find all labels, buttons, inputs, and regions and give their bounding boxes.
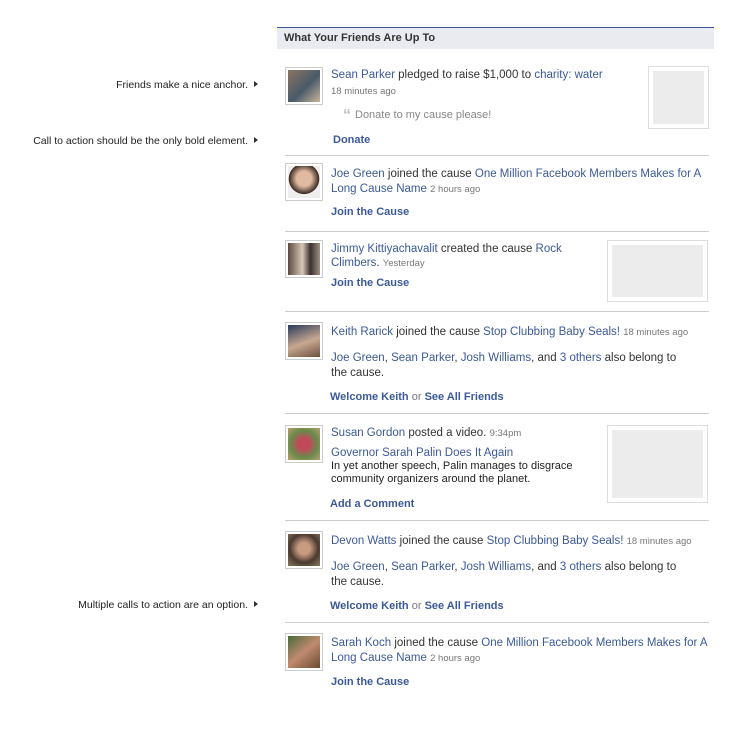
- quote: “ Donate to my cause please!: [343, 107, 492, 124]
- cause-thumbnail[interactable]: [607, 240, 708, 302]
- friend-link[interactable]: Jimmy Kittiyachavalit: [331, 243, 438, 255]
- welcome-button[interactable]: Welcome Keith: [330, 600, 409, 612]
- friend-link[interactable]: Devon Watts: [331, 535, 396, 547]
- friend-link[interactable]: Susan Gordon: [331, 427, 405, 439]
- timestamp: 9:34pm: [489, 428, 522, 439]
- arrow-right-icon: [254, 601, 258, 607]
- cause-link[interactable]: Stop Clubbing Baby Seals!: [487, 535, 624, 547]
- avatar[interactable]: [285, 531, 323, 569]
- divider: [285, 622, 709, 623]
- story-verb: posted a video.: [408, 427, 487, 439]
- friend-link[interactable]: Sean Parker: [391, 561, 454, 573]
- friend-link[interactable]: Joe Green: [331, 168, 385, 180]
- or-text: or: [411, 600, 422, 612]
- annotation-anchor: Friends make a nice anchor.: [116, 79, 258, 91]
- timestamp: 18 minutes ago: [331, 86, 396, 97]
- divider: [285, 413, 709, 414]
- divider: [285, 155, 709, 156]
- story-verb: created the cause: [440, 243, 533, 255]
- see-all-friends-button[interactable]: See All Friends: [425, 391, 504, 403]
- story-susan-gordon: Susan Gordon posted a video. 9:34pm Gove…: [285, 425, 709, 513]
- story-devon-watts: Devon Watts joined the cause Stop Clubbi…: [285, 531, 709, 616]
- story-verb: joined the cause: [387, 168, 472, 180]
- see-all-friends-button[interactable]: See All Friends: [425, 600, 504, 612]
- add-comment-button[interactable]: Add a Comment: [330, 498, 414, 510]
- cause-link[interactable]: Stop Clubbing Baby Seals!: [483, 326, 620, 338]
- story-verb: joined the cause: [396, 326, 480, 338]
- story-keith-rarick: Keith Rarick joined the cause Stop Clubb…: [285, 322, 709, 407]
- friend-link[interactable]: Joe Green: [331, 352, 385, 364]
- story-sarah-koch: Sarah Koch joined the cause One Million …: [285, 633, 709, 695]
- and-text: , and: [531, 352, 557, 364]
- avatar[interactable]: [285, 633, 323, 671]
- annotation-text: Call to action should be the only bold e…: [33, 135, 248, 147]
- period: .: [376, 257, 380, 269]
- story-jimmy: Jimmy Kittiyachavalit created the cause …: [285, 240, 709, 304]
- video-link[interactable]: Governor Sarah Palin Does It Again: [331, 447, 513, 459]
- story-verb: pledged to raise $1,000 to: [398, 69, 532, 81]
- timestamp: 18 minutes ago: [626, 536, 692, 547]
- friend-link[interactable]: Sean Parker: [391, 352, 454, 364]
- welcome-button[interactable]: Welcome Keith: [330, 391, 409, 403]
- annotation-text: Multiple calls to action are an option.: [78, 599, 248, 611]
- feed-header: What Your Friends Are Up To: [277, 27, 714, 49]
- friend-link[interactable]: Josh Williams: [461, 561, 531, 573]
- friend-link[interactable]: Sean Parker: [331, 69, 395, 81]
- others-link[interactable]: 3 others: [560, 561, 602, 573]
- cause-thumbnail[interactable]: [648, 66, 709, 129]
- friend-link[interactable]: Joe Green: [331, 561, 385, 573]
- arrow-right-icon: [254, 81, 258, 87]
- story-verb: joined the cause: [399, 535, 484, 547]
- and-text: , and: [531, 561, 557, 573]
- join-cause-button[interactable]: Join the Cause: [331, 676, 409, 688]
- story-verb: joined the cause: [394, 637, 479, 649]
- quote-icon: “: [343, 107, 351, 124]
- video-description: In yet another speech, Palin manages to …: [331, 460, 573, 485]
- cause-link[interactable]: charity: water: [534, 69, 602, 81]
- join-cause-button[interactable]: Join the Cause: [331, 277, 409, 289]
- cause-link[interactable]: One Million Facebook Members Makes for A…: [331, 168, 701, 195]
- avatar[interactable]: [285, 322, 323, 360]
- avatar[interactable]: [285, 240, 323, 278]
- video-thumbnail[interactable]: [607, 425, 708, 503]
- donate-button[interactable]: Donate: [333, 134, 370, 146]
- story-sean-parker: Sean Parker pledged to raise $1,000 to c…: [285, 66, 709, 152]
- join-cause-button[interactable]: Join the Cause: [331, 206, 409, 218]
- quote-text: Donate to my cause please!: [355, 109, 492, 121]
- friend-link[interactable]: Josh Williams: [461, 352, 531, 364]
- feed-title: What Your Friends Are Up To: [284, 32, 436, 44]
- divider: [285, 311, 709, 312]
- avatar[interactable]: [285, 67, 323, 105]
- story-joe-green: Joe Green joined the cause One Million F…: [285, 163, 709, 225]
- timestamp: 2 hours ago: [430, 184, 481, 195]
- divider: [285, 231, 709, 232]
- annotation-cta: Call to action should be the only bold e…: [33, 135, 258, 147]
- avatar[interactable]: [285, 163, 323, 201]
- friend-link[interactable]: Keith Rarick: [331, 326, 393, 338]
- timestamp: Yesterday: [382, 258, 425, 269]
- avatar[interactable]: [285, 425, 323, 463]
- divider: [285, 520, 709, 521]
- annotation-text: Friends make a nice anchor.: [116, 79, 248, 91]
- timestamp: 2 hours ago: [430, 653, 481, 664]
- or-text: or: [411, 391, 422, 403]
- annotation-multi: Multiple calls to action are an option.: [78, 599, 258, 611]
- others-link[interactable]: 3 others: [560, 352, 602, 364]
- arrow-right-icon: [254, 137, 258, 143]
- friend-link[interactable]: Sarah Koch: [331, 637, 391, 649]
- timestamp: 18 minutes ago: [623, 327, 689, 338]
